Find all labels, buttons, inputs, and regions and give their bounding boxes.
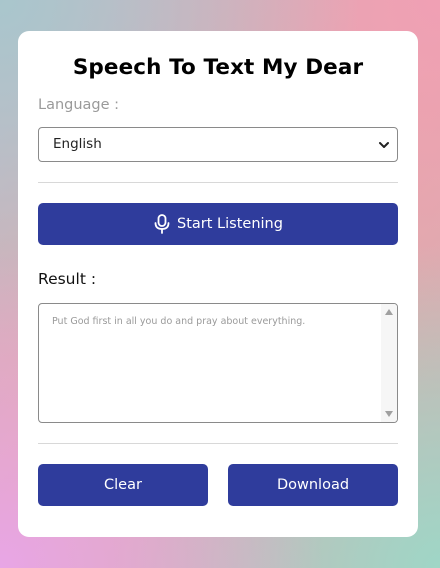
action-buttons: Clear Download <box>38 464 398 506</box>
page-title: Speech To Text My Dear <box>72 55 364 80</box>
divider <box>38 182 398 183</box>
clear-button-label: Clear <box>104 477 142 493</box>
scroll-down-icon[interactable] <box>385 411 393 417</box>
download-button[interactable]: Download <box>228 464 398 506</box>
clear-button[interactable]: Clear <box>38 464 208 506</box>
scroll-up-icon[interactable] <box>385 309 393 315</box>
result-placeholder: Put God first in all you do and pray abo… <box>52 316 306 327</box>
language-select-value: English <box>53 136 102 152</box>
language-select[interactable]: English <box>38 127 398 162</box>
divider <box>38 443 398 444</box>
main-card: Speech To Text My Dear Language : Englis… <box>18 31 418 537</box>
chevron-down-icon <box>379 142 389 148</box>
textarea-scrollbar[interactable] <box>381 304 397 422</box>
start-listening-button[interactable]: Start Listening <box>38 203 398 245</box>
microphone-icon <box>154 214 170 234</box>
result-label: Result : <box>38 270 97 288</box>
download-button-label: Download <box>276 477 350 493</box>
language-label: Language : <box>38 97 120 113</box>
result-textarea[interactable]: Put God first in all you do and pray abo… <box>38 303 398 423</box>
start-listening-label: Start Listening <box>177 216 283 232</box>
